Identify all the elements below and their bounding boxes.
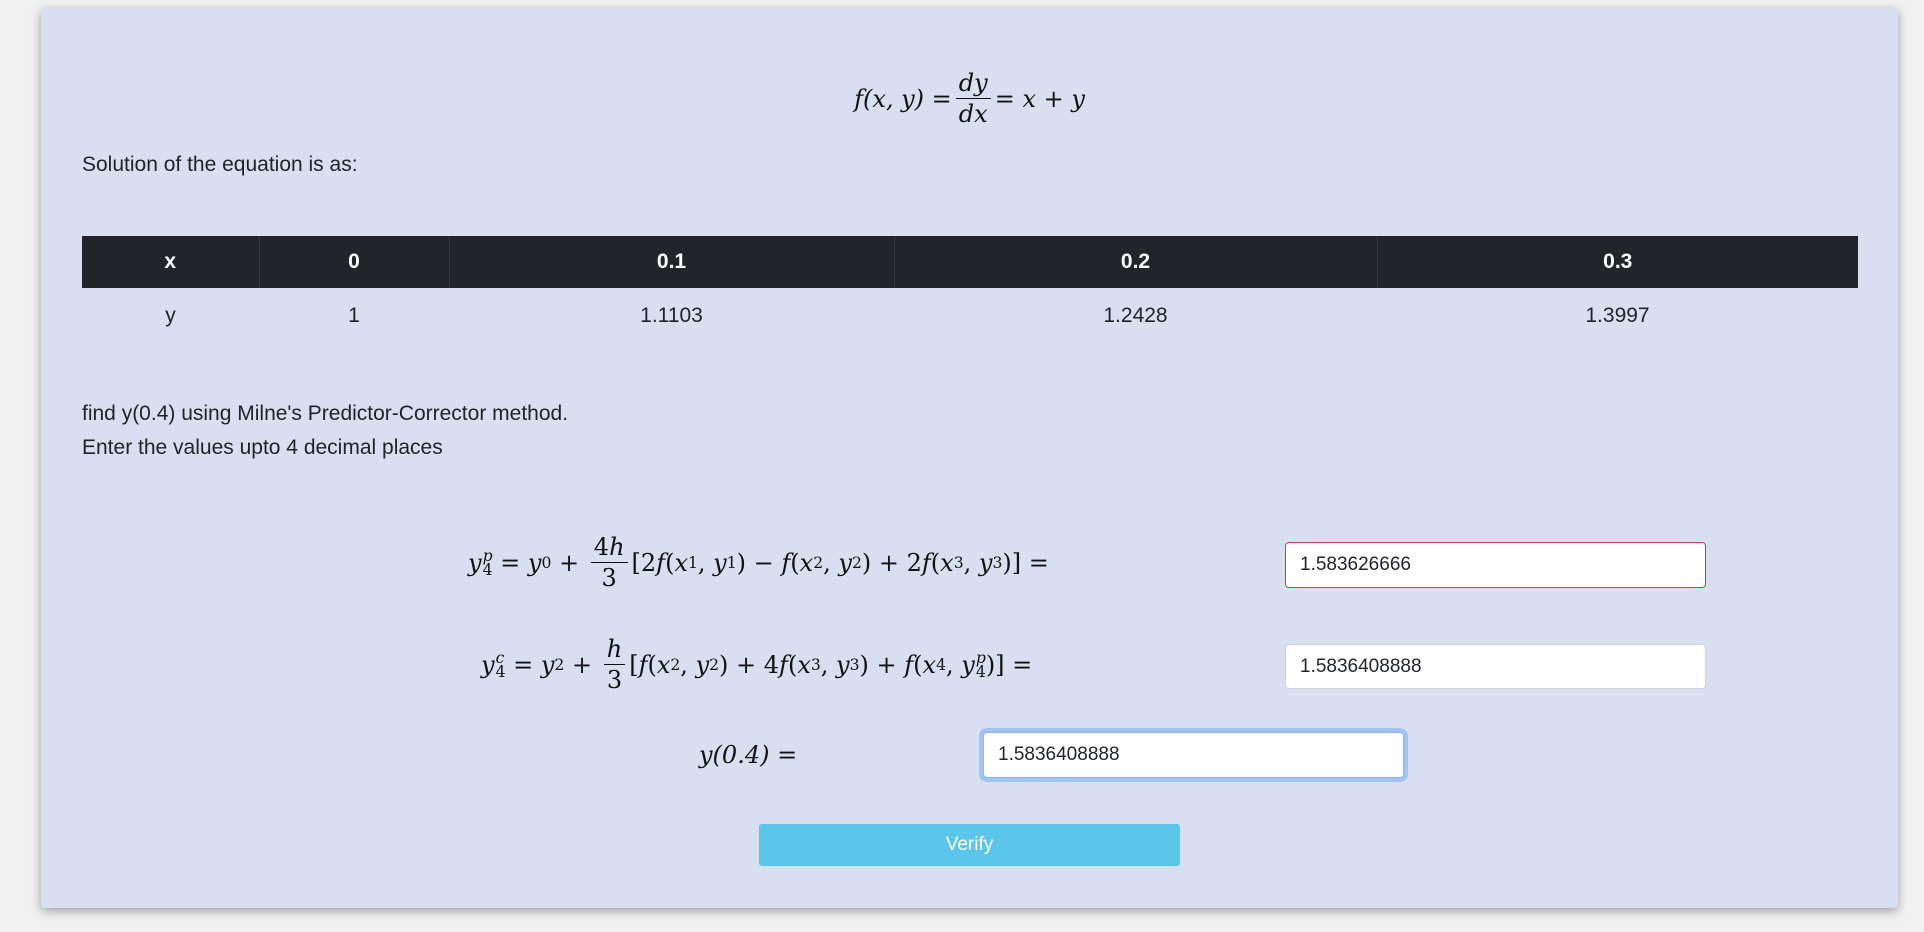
table-header-cell: x <box>82 236 259 288</box>
equation-frac-den: dx <box>958 100 988 129</box>
table-header-cell: 0.2 <box>893 236 1377 288</box>
verify-button[interactable]: Verify <box>759 824 1180 866</box>
equation-lhs: f(x, y) = <box>854 84 952 113</box>
predictor-input[interactable] <box>1285 542 1706 588</box>
table-header-cell: 0.3 <box>1376 236 1858 288</box>
table-header-cell: 0.1 <box>448 236 894 288</box>
corrector-formula: yc4 = y2 + h3 [f(x 2, y 2) + 4 f(x 3, y 3) +… <box>481 635 1033 695</box>
result-label: y(0.4) = <box>699 741 798 769</box>
predictor-formula: yp4 = y0 + 4h 3 [2 f(x 1, y 1) − f(x 2, y 2) +… <box>468 533 1049 593</box>
instruction-line: Enter the values upto 4 decimal places <box>82 436 443 459</box>
table-cell: 1.2428 <box>1103 304 1168 327</box>
table-cell: y <box>165 304 176 327</box>
equation-rhs: = x + y <box>994 84 1085 113</box>
table-cell: 1.1103 <box>640 304 703 327</box>
result-input[interactable] <box>983 732 1404 778</box>
table-header-cell: 0 <box>258 236 449 288</box>
table-row: y 1 1.1103 1.2428 1.3997 <box>82 288 1858 344</box>
equation-frac-num: dy <box>955 70 991 100</box>
question-prompt: find y(0.4) using Milne's Predictor-Corr… <box>82 397 568 465</box>
main-panel: f(x, y) = dy dx = x + y Solution of the … <box>41 8 1898 908</box>
question-line: find y(0.4) using Milne's Predictor-Corr… <box>82 402 569 425</box>
table-cell: 1.3997 <box>1585 304 1650 327</box>
table-cell: 1 <box>348 304 360 327</box>
differential-equation: f(x, y) = dy dx = x + y <box>41 70 1898 128</box>
solution-label: Solution of the equation is as: <box>82 153 358 176</box>
solution-table: x 0 0.1 0.2 0.3 y 1 1.1103 1.2428 1.3997 <box>82 236 1858 344</box>
equation-fraction: dy dx <box>955 70 991 129</box>
table-header-row: x 0 0.1 0.2 0.3 <box>82 236 1858 288</box>
corrector-input[interactable] <box>1285 644 1706 689</box>
